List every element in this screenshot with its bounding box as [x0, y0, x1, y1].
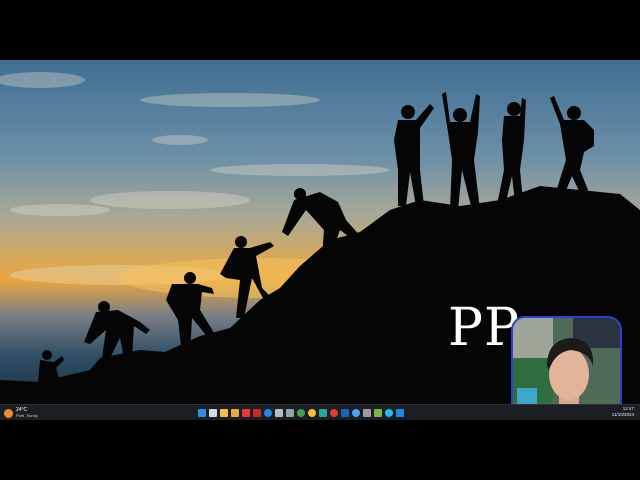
system-clock[interactable]: 12:47 11/10/2024 — [612, 406, 634, 418]
chrome-icon-2[interactable] — [308, 409, 316, 417]
taskbar-pinned-apps — [198, 407, 404, 419]
terminal-icon[interactable] — [396, 409, 404, 417]
weather-condition: Partl. Sunny — [16, 413, 38, 418]
chrome-icon-3[interactable] — [330, 409, 338, 417]
store-icon[interactable] — [319, 409, 327, 417]
youtube-icon[interactable] — [242, 409, 250, 417]
taskbar: 24°C Partl. Sunny 12:47 11/10/2024 — [0, 404, 640, 420]
settings-icon[interactable] — [363, 409, 371, 417]
file-explorer-icon[interactable] — [220, 409, 228, 417]
webcam-feed — [513, 318, 620, 404]
desktop-overlay-text: PP — [448, 298, 520, 358]
letterbox-top — [0, 0, 640, 60]
weather-widget[interactable]: 24°C Partl. Sunny — [4, 406, 38, 420]
chrome-icon[interactable] — [297, 409, 305, 417]
clock-date: 11/10/2024 — [611, 412, 634, 417]
webcam-overlay — [511, 316, 622, 404]
search-icon[interactable] — [209, 409, 217, 417]
photoshop-icon[interactable] — [341, 409, 349, 417]
letterbox-bottom — [0, 420, 640, 480]
edge-icon[interactable] — [264, 409, 272, 417]
app-icon[interactable] — [253, 409, 261, 417]
desktop-wallpaper: PP — [0, 60, 640, 404]
folder-icon[interactable] — [231, 409, 239, 417]
calculator-icon[interactable] — [286, 409, 294, 417]
sun-icon — [4, 408, 13, 418]
browser-icon[interactable] — [352, 409, 360, 417]
app-icon-2[interactable] — [374, 409, 382, 417]
start-icon[interactable] — [198, 409, 206, 417]
edge-icon-2[interactable] — [385, 409, 393, 417]
notepad-icon[interactable] — [275, 409, 283, 417]
